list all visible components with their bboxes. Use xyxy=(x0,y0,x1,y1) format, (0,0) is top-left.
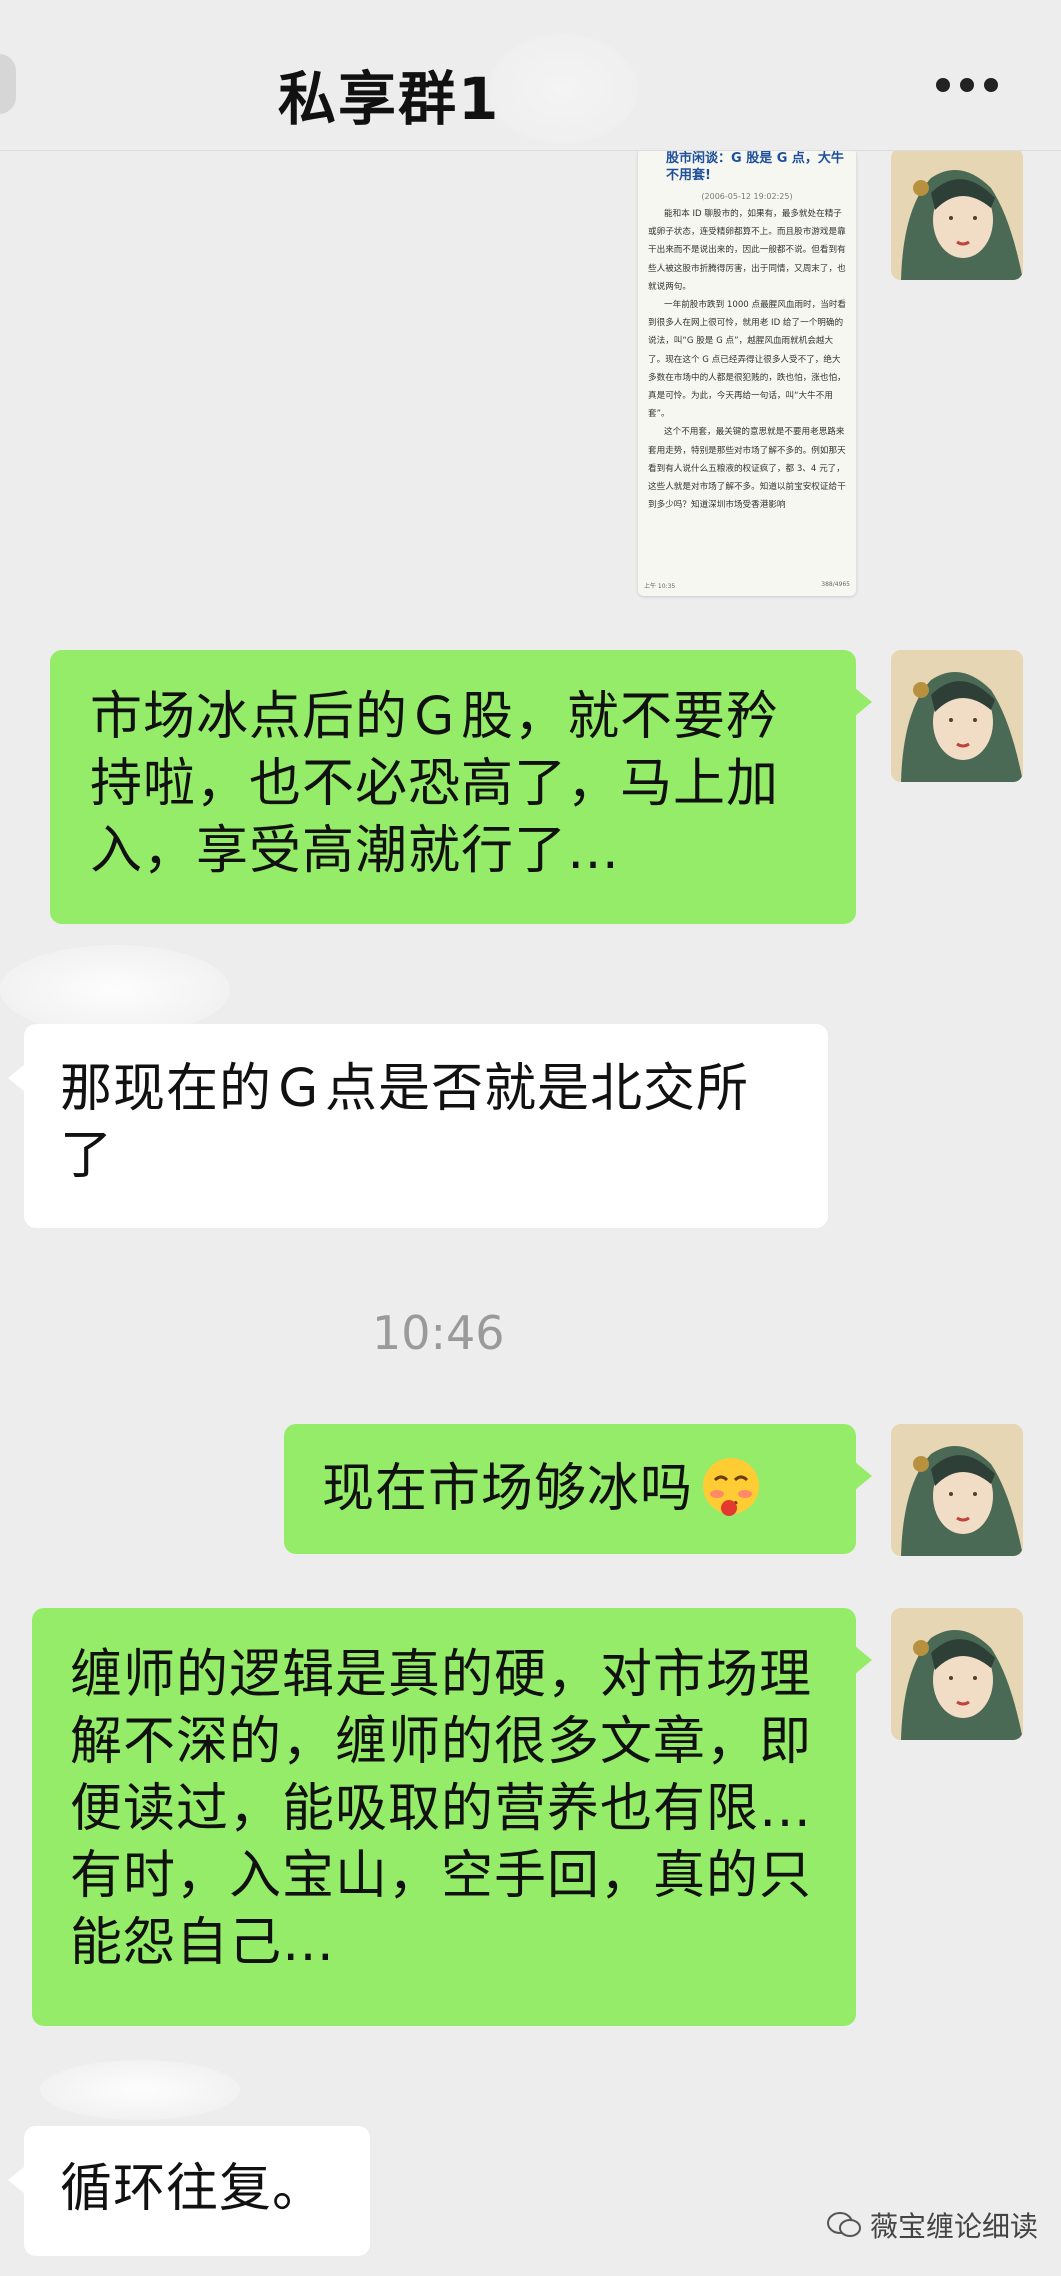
timestamp: 10:46 xyxy=(372,1306,505,1360)
avatar-portrait-icon xyxy=(891,1608,1023,1740)
article-paragraph: 这个不用套，最关键的意思就是不要用老思路来套用走势，特别是那些对市场了解不多的。… xyxy=(648,427,846,511)
watermark-text: 薇宝缠论细读 xyxy=(870,2210,1039,2243)
article-date: (2006-05-12 19:02:25) xyxy=(701,192,793,201)
message-text: 现在市场够冰吗 xyxy=(322,1459,694,1519)
avatar[interactable] xyxy=(891,1608,1023,1740)
avatar-portrait-icon xyxy=(891,650,1023,782)
message-bubble-sent[interactable]: 缠师的逻辑是真的硬，对市场理解不深的，缠师的很多文章，即便读过，能吸取的营养也有… xyxy=(32,1608,872,2026)
avatar-portrait-icon xyxy=(891,1424,1023,1556)
wechat-icon xyxy=(827,2212,861,2237)
back-button[interactable] xyxy=(0,54,16,114)
article-footer-time: 上午 10:35 xyxy=(644,583,676,590)
article-paragraph: 一年前股市跌到 1000 点最腥风血雨时，当时看到很多人在网上很可怜，就用老 I… xyxy=(648,300,847,420)
article-footer: 上午 10:35 388/4965 xyxy=(644,581,850,590)
more-options-icon[interactable] xyxy=(936,78,1006,96)
chat-title: 私享群1 xyxy=(278,65,501,133)
watermark: 薇宝缠论细读 xyxy=(826,2205,1038,2245)
avatar[interactable] xyxy=(891,148,1023,280)
avatar[interactable] xyxy=(891,1424,1023,1556)
blushing-emoji-icon xyxy=(703,1458,760,1516)
article-title: 股市闲谈：G 股是 G 点，大牛不用套! xyxy=(666,151,844,183)
chat-header: 私享群1 xyxy=(0,0,1061,151)
article-body: 能和本 ID 聊股市的，如果有，最多就处在精子或卵子状态，连受精卵都算不上。而且… xyxy=(638,205,856,514)
article-footer-count: 388/4965 xyxy=(821,581,850,588)
shared-article-image[interactable]: 股市闲谈：G 股是 G 点，大牛不用套! (2006-05-12 19:02:2… xyxy=(638,148,856,596)
title-redaction xyxy=(488,34,638,144)
avatar-portrait-icon xyxy=(891,148,1023,280)
sender-name-redaction xyxy=(40,2060,240,2120)
avatar[interactable] xyxy=(891,650,1023,782)
message-bubble-received[interactable]: 那现在的Ｇ点是否就是北交所了 xyxy=(8,1024,828,1228)
article-paragraph: 能和本 ID 聊股市的，如果有，最多就处在精子或卵子状态，连受精卵都算不上。而且… xyxy=(648,209,846,292)
sender-name-redaction xyxy=(0,945,230,1035)
message-bubble-received[interactable]: 循环往复。 xyxy=(8,2126,370,2256)
message-bubble-sent[interactable]: 现在市场够冰吗 xyxy=(284,1424,872,1554)
message-bubble-sent[interactable]: 市场冰点后的Ｇ股，就不要矜持啦，也不必恐高了，马上加入，享受高潮就行了… xyxy=(50,650,872,924)
